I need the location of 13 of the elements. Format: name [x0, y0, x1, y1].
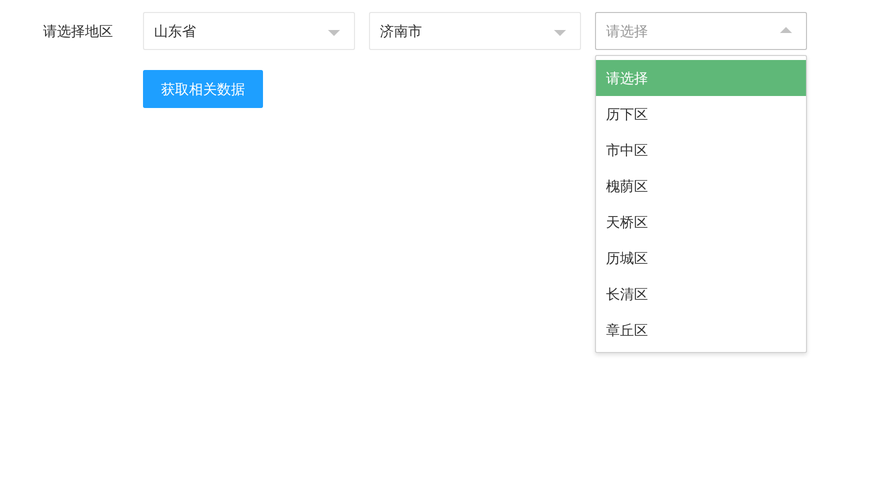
dropdown-option[interactable]: 市中区	[596, 132, 806, 168]
dropdown-option[interactable]: 章丘区	[596, 312, 806, 348]
dropdown-option[interactable]: 长清区	[596, 276, 806, 312]
dropdown-option[interactable]: 历下区	[596, 96, 806, 132]
dropdown-option[interactable]: 历城区	[596, 240, 806, 276]
select-field[interactable]: 济南市	[369, 12, 581, 50]
caret-icon	[328, 30, 340, 36]
dropdown-option[interactable]: 天桥区	[596, 204, 806, 240]
select-field[interactable]: 山东省	[143, 12, 355, 50]
caret-icon	[780, 26, 792, 32]
dropdown-option[interactable]: 槐荫区	[596, 168, 806, 204]
caret-icon	[554, 30, 566, 36]
region-label: 请选择地区	[42, 22, 114, 41]
